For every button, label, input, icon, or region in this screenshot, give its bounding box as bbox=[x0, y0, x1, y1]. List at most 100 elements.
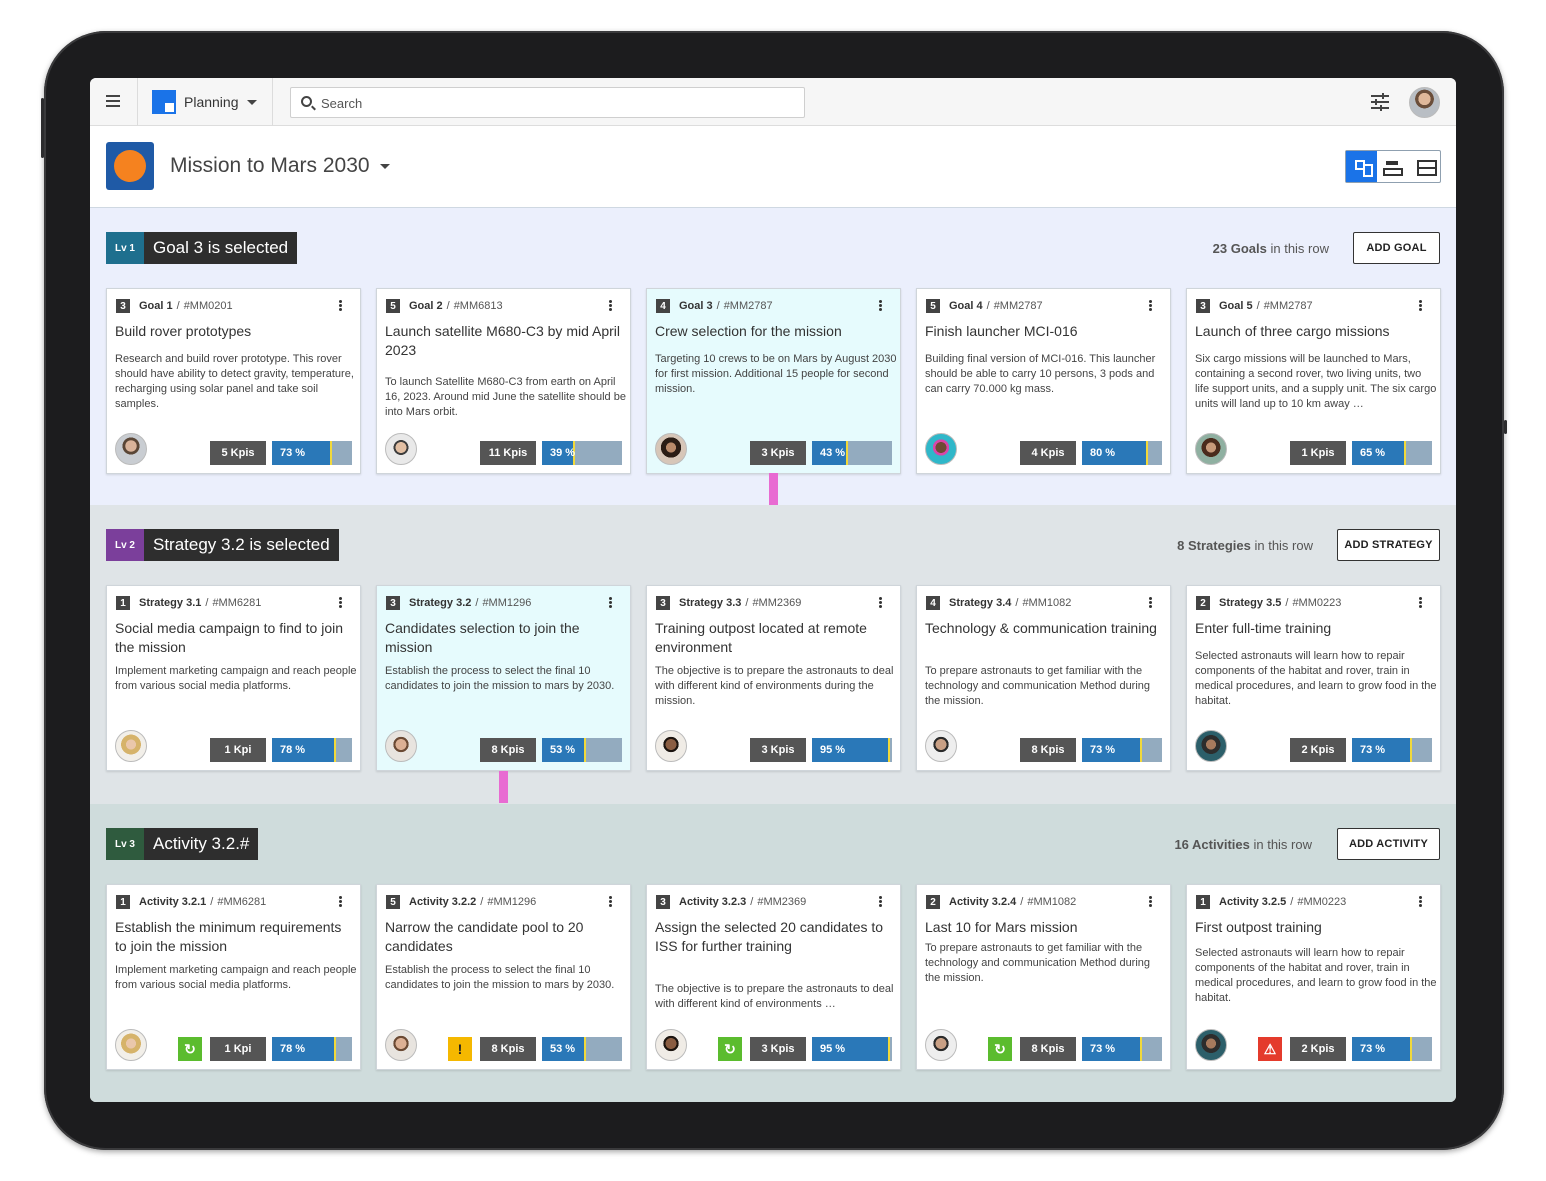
plan-card[interactable]: 4 Strategy 3.4/#MM1082 Technology & commun… bbox=[916, 585, 1171, 771]
avatar-man-dark[interactable] bbox=[655, 730, 687, 762]
avatar-man-beard[interactable] bbox=[115, 433, 147, 465]
card-description: Establish the process to select the fina… bbox=[385, 665, 615, 692]
card-footer: 4 Kpis 80 % bbox=[925, 433, 1162, 465]
more-options-icon[interactable] bbox=[1414, 299, 1426, 313]
card-item-code: #MM2369 bbox=[752, 597, 802, 609]
chevron-down-icon bbox=[246, 99, 257, 105]
kpi-count-button[interactable]: 5 Kpis bbox=[210, 441, 266, 465]
level-row-activities: Lv 3 Activity 3.2.# 16 Activities in thi… bbox=[90, 804, 1456, 1102]
kpi-count-button[interactable]: 3 Kpis bbox=[750, 738, 806, 762]
avatar-woman-dark-hair[interactable] bbox=[655, 433, 687, 465]
hamburger-menu-icon[interactable] bbox=[106, 95, 120, 107]
card-footer: 11 Kpis 39 % bbox=[385, 433, 622, 465]
kpi-count-button[interactable]: 11 Kpis bbox=[480, 441, 536, 465]
kpi-count-button[interactable]: 1 Kpis bbox=[1290, 441, 1346, 465]
card-title: Launch of three cargo missions bbox=[1195, 323, 1390, 339]
more-options-icon[interactable] bbox=[874, 596, 886, 610]
kpi-count-button[interactable]: 8 Kpis bbox=[1020, 1037, 1076, 1061]
more-options-icon[interactable] bbox=[1414, 895, 1426, 909]
more-options-icon[interactable] bbox=[334, 895, 346, 909]
plan-card[interactable]: 4 Goal 3/#MM2787 Crew selection for the mi… bbox=[646, 288, 901, 474]
avatar-woman-blonde[interactable] bbox=[115, 1029, 147, 1061]
avatar-man-sunglasses[interactable] bbox=[925, 1029, 957, 1061]
kpi-count-button[interactable]: 8 Kpis bbox=[480, 738, 536, 762]
avatar-woman-teal[interactable] bbox=[1195, 730, 1227, 762]
progress-bar: 43 % bbox=[812, 441, 892, 465]
refresh-icon: ↻ bbox=[178, 1037, 202, 1061]
plan-card[interactable]: 5 Goal 2/#MM6813 Launch satellite M680-C3 … bbox=[376, 288, 631, 474]
more-options-icon[interactable] bbox=[1144, 895, 1156, 909]
project-selector[interactable]: Mission to Mars 2030 bbox=[170, 154, 390, 178]
kpi-count-button[interactable]: 3 Kpis bbox=[750, 441, 806, 465]
avatar-man-dark[interactable] bbox=[655, 1029, 687, 1061]
kpi-count-button[interactable]: 3 Kpis bbox=[750, 1037, 806, 1061]
card-header: 3 Goal 5/#MM2787 bbox=[1196, 299, 1430, 313]
plan-card[interactable]: 2 Activity 3.2.4/#MM1082 Last 10 for Mars … bbox=[916, 884, 1171, 1070]
plan-card[interactable]: 3 Goal 1/#MM0201 Build rover prototypes Res… bbox=[106, 288, 361, 474]
plan-card[interactable]: 1 Strategy 3.1/#MM6281 Social media campai… bbox=[106, 585, 361, 771]
app-switcher[interactable]: Planning bbox=[152, 90, 257, 114]
item-count-badge: 1 bbox=[1196, 895, 1210, 909]
filter-settings-icon[interactable] bbox=[1371, 93, 1389, 111]
avatar-man-colorful[interactable] bbox=[925, 433, 957, 465]
avatar-man-sunglasses[interactable] bbox=[925, 730, 957, 762]
more-options-icon[interactable] bbox=[334, 596, 346, 610]
list-view-icon[interactable] bbox=[1409, 151, 1440, 182]
kpi-count-button[interactable]: 2 Kpis bbox=[1290, 738, 1346, 762]
plan-card[interactable]: 5 Goal 4/#MM2787 Finish launcher MCI-016 Bu… bbox=[916, 288, 1171, 474]
plan-card[interactable]: 3 Strategy 3.2/#MM1296 Candidates selectio… bbox=[376, 585, 631, 771]
more-options-icon[interactable] bbox=[604, 596, 616, 610]
progress-percent: 73 % bbox=[1090, 1043, 1116, 1055]
avatar-woman-curly[interactable] bbox=[1195, 433, 1227, 465]
kpi-count-button[interactable]: 2 Kpis bbox=[1290, 1037, 1346, 1061]
more-options-icon[interactable] bbox=[874, 299, 886, 313]
kpi-count-button[interactable]: 8 Kpis bbox=[480, 1037, 536, 1061]
kpi-count-button[interactable]: 1 Kpi bbox=[210, 1037, 266, 1061]
plan-card[interactable]: 3 Strategy 3.3/#MM2369 Training outpost lo… bbox=[646, 585, 901, 771]
progress-bar: 53 % bbox=[542, 1037, 622, 1061]
plan-card[interactable]: 5 Activity 3.2.2/#MM1296 Narrow the candid… bbox=[376, 884, 631, 1070]
kpi-count-button[interactable]: 8 Kpis bbox=[1020, 738, 1076, 762]
card-item-code: #MM6281 bbox=[212, 597, 262, 609]
card-separator: / bbox=[446, 300, 450, 312]
card-footer: ! 8 Kpis 53 % bbox=[385, 1029, 622, 1061]
add-goal-button[interactable]: ADD GOAL bbox=[1353, 232, 1440, 264]
add-activity-button[interactable]: ADD ACTIVITY bbox=[1337, 828, 1440, 860]
more-options-icon[interactable] bbox=[1144, 299, 1156, 313]
avatar-woman-teal[interactable] bbox=[1195, 1029, 1227, 1061]
row-count-number: 16 Activities bbox=[1174, 837, 1250, 852]
more-options-icon[interactable] bbox=[604, 299, 616, 313]
plan-card[interactable]: 3 Activity 3.2.3/#MM2369 Assign the select… bbox=[646, 884, 901, 1070]
user-avatar[interactable] bbox=[1409, 87, 1440, 118]
avatar-man-cap[interactable] bbox=[385, 433, 417, 465]
card-separator: / bbox=[210, 896, 214, 908]
kpi-count-button[interactable]: 4 Kpis bbox=[1020, 441, 1076, 465]
card-description: To launch Satellite M680-C3 from earth o… bbox=[385, 376, 626, 418]
more-options-icon[interactable] bbox=[604, 895, 616, 909]
avatar-woman-blonde[interactable] bbox=[115, 730, 147, 762]
more-options-icon[interactable] bbox=[874, 895, 886, 909]
row-count-number: 8 Strategies bbox=[1177, 538, 1251, 553]
kpi-count-button[interactable]: 1 Kpi bbox=[210, 738, 266, 762]
item-count-badge: 2 bbox=[926, 895, 940, 909]
card-header: 3 Strategy 3.2/#MM1296 bbox=[386, 596, 620, 610]
plan-card[interactable]: 3 Goal 5/#MM2787 Launch of three cargo mis… bbox=[1186, 288, 1441, 474]
plan-card[interactable]: 1 Activity 3.2.1/#MM6281 Establish the min… bbox=[106, 884, 361, 1070]
avatar-man-short-hair[interactable] bbox=[385, 730, 417, 762]
avatar-man-short-hair[interactable] bbox=[385, 1029, 417, 1061]
more-options-icon[interactable] bbox=[1144, 596, 1156, 610]
more-options-icon[interactable] bbox=[1414, 596, 1426, 610]
plan-card[interactable]: 1 Activity 3.2.5/#MM0223 First outpost tra… bbox=[1186, 884, 1441, 1070]
more-options-icon[interactable] bbox=[334, 299, 346, 313]
card-item-code: #MM1082 bbox=[1027, 896, 1077, 908]
refresh-icon: ↻ bbox=[718, 1037, 742, 1061]
plan-card[interactable]: 2 Strategy 3.5/#MM0223 Enter full-time tra… bbox=[1186, 585, 1441, 771]
progress-target-marker bbox=[888, 1037, 890, 1061]
tree-view-icon[interactable] bbox=[1346, 151, 1378, 182]
search-input[interactable] bbox=[321, 92, 791, 114]
card-item-name: Goal 2 bbox=[409, 300, 443, 312]
timeline-view-icon[interactable] bbox=[1377, 151, 1408, 182]
card-item-code: #MM1296 bbox=[482, 597, 532, 609]
item-count-badge: 4 bbox=[656, 299, 670, 313]
add-strategy-button[interactable]: ADD STRATEGY bbox=[1337, 529, 1440, 561]
